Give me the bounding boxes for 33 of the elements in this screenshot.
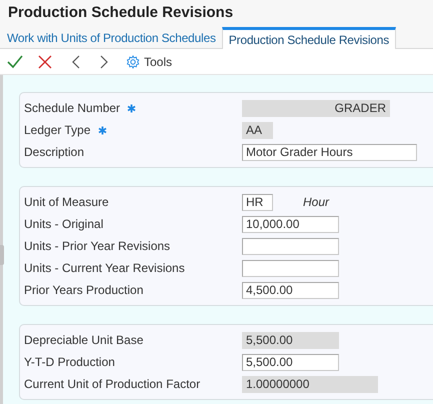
checkmark-icon	[7, 54, 23, 68]
readonly-field: 1.00000000	[242, 376, 378, 392]
field-label: Prior Years Production	[24, 282, 144, 299]
field-label: Units - Current Year Revisions	[24, 260, 185, 277]
tab[interactable]: Work with Units of Production Schedules	[0, 28, 222, 48]
readonly-field: 5,500.00	[242, 332, 339, 348]
close-icon	[38, 54, 52, 68]
tab[interactable]: Production Schedule Revisions	[222, 27, 396, 49]
field-label: Ledger Type	[24, 122, 90, 139]
gear-icon	[126, 54, 140, 68]
input-field[interactable]: HR	[242, 194, 273, 210]
input-field[interactable]	[242, 260, 339, 276]
field-label: Units - Prior Year Revisions	[24, 238, 170, 255]
chevron-left-icon	[72, 54, 80, 68]
input-field[interactable]: Motor Grader Hours	[242, 144, 417, 160]
tools-button[interactable]: Tools	[126, 50, 172, 72]
input-field[interactable]	[242, 238, 339, 254]
input-field[interactable]: 4,500.00	[242, 282, 339, 298]
input-field[interactable]: 10,000.00	[242, 216, 339, 232]
field-label: Unit of Measure	[24, 194, 109, 211]
field-label: Description	[24, 144, 84, 161]
field-label: Current Unit of Production Factor	[24, 376, 200, 393]
collapse-handle[interactable]	[0, 245, 4, 265]
field-label: Depreciable Unit Base	[24, 332, 144, 349]
chevron-right-icon	[100, 54, 108, 68]
unit-description: Hour	[303, 194, 330, 211]
field-label: Schedule Number	[24, 100, 120, 117]
readonly-field: GRADER	[242, 100, 390, 116]
readonly-field: AA	[242, 122, 273, 138]
input-field[interactable]: 5,500.00	[242, 354, 339, 370]
field-label: Units - Original	[24, 216, 104, 233]
window-title: Production Schedule Revisions	[8, 3, 234, 24]
field-label: Y-T-D Production	[24, 354, 115, 371]
